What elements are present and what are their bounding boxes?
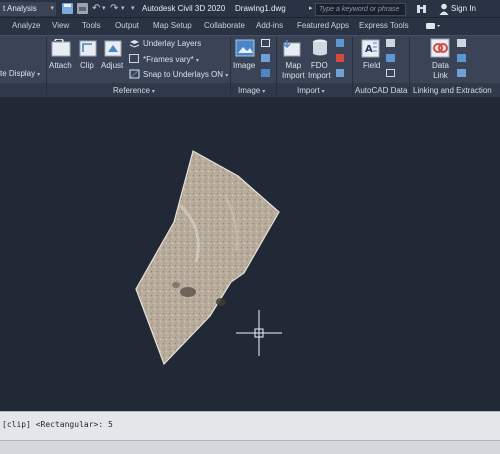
aerial-dark-patch xyxy=(172,282,180,288)
status-bar xyxy=(0,440,500,454)
command-line[interactable]: [clip] <Rectangular>: 5 xyxy=(0,411,500,440)
aerial-dark-patch xyxy=(180,287,196,297)
aerial-dark-patch xyxy=(216,298,226,306)
aerial-image-underlay xyxy=(135,150,282,366)
aerial-image-shape xyxy=(135,150,280,366)
command-line-text: [clip] <Rectangular>: 5 xyxy=(2,420,113,429)
crosshair-cursor xyxy=(236,310,282,356)
